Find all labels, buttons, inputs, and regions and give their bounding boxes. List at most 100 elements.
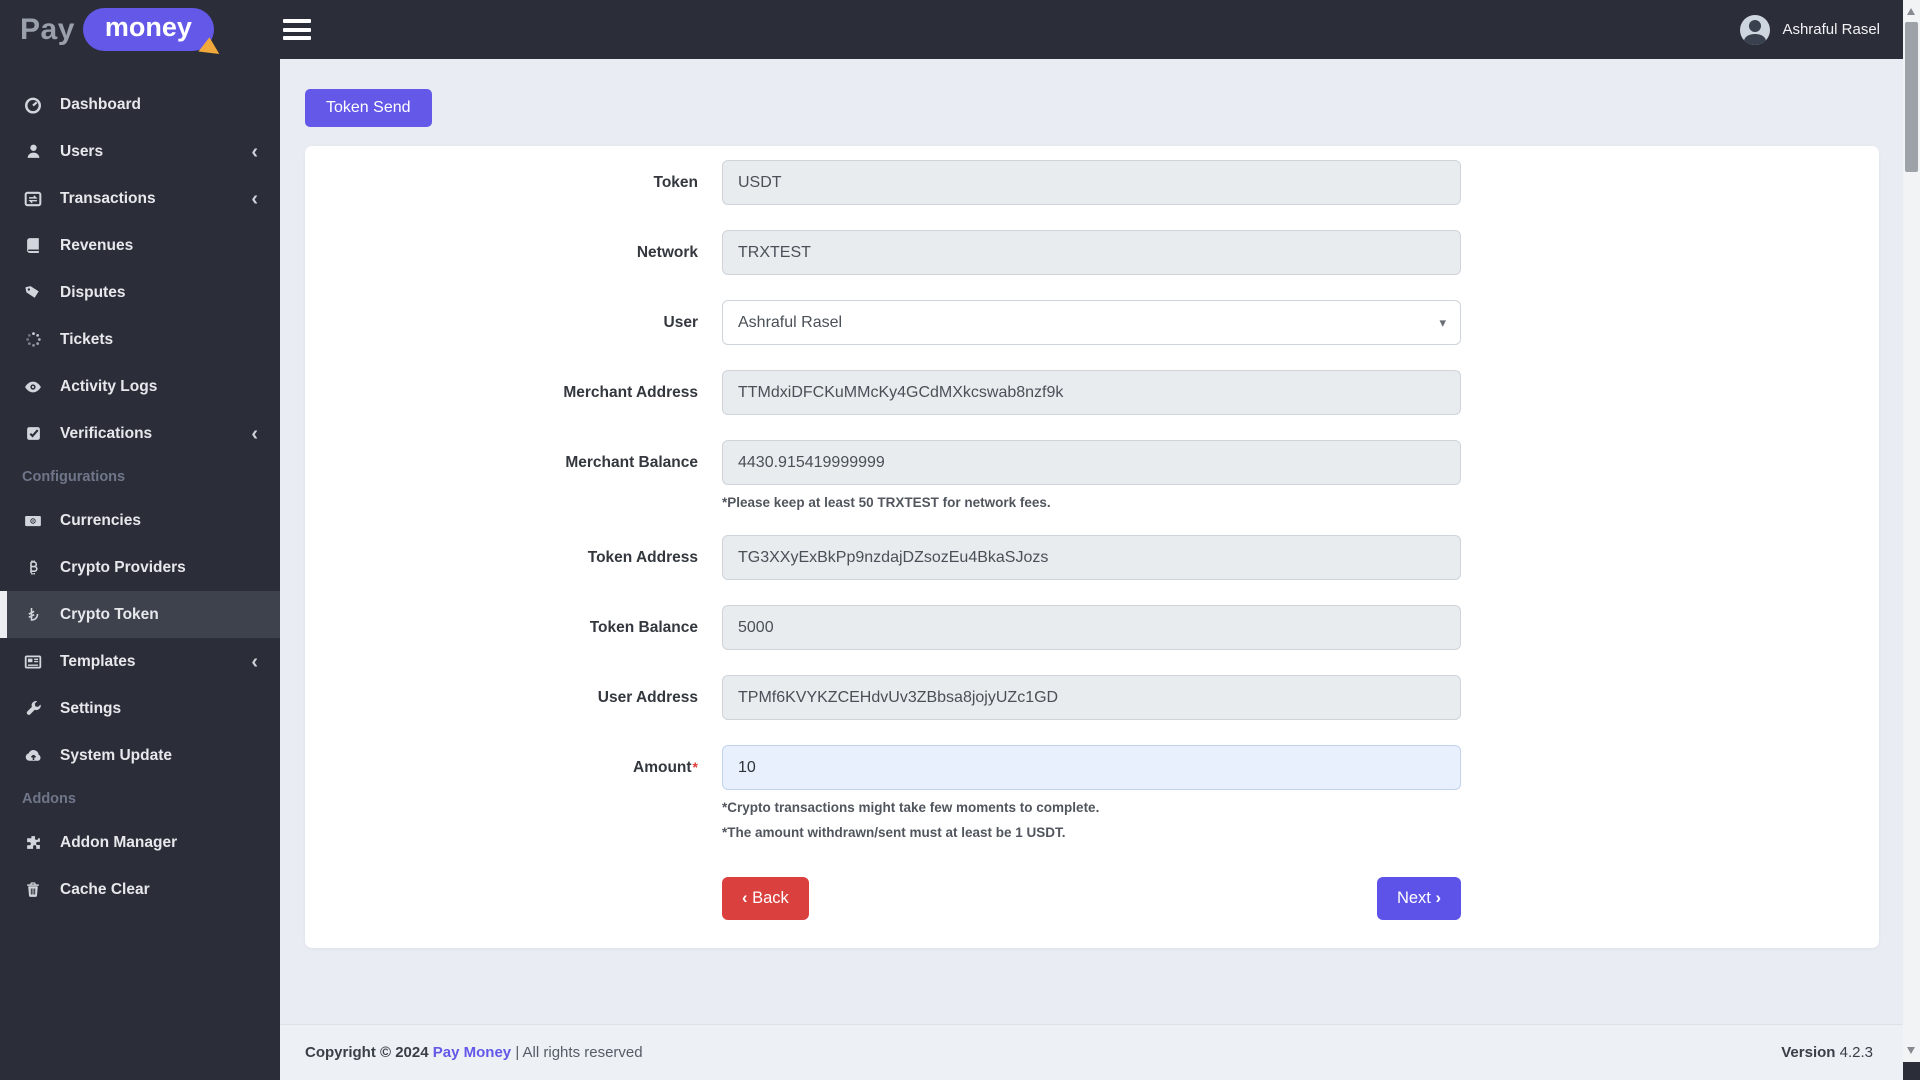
sidebar-section-addons: Addons	[22, 791, 76, 807]
sidebar-toggle-icon[interactable]	[283, 19, 311, 40]
sidebar-item-label: System Update	[60, 746, 172, 764]
form-row-network: Network	[305, 230, 1879, 275]
sidebar-item-label: Settings	[60, 699, 122, 717]
back-button[interactable]: ‹ Back	[722, 877, 809, 920]
footer: Copyright © 2024 Pay Money | All rights …	[280, 1024, 1903, 1080]
sidebar-item-disputes[interactable]: Disputes	[0, 269, 280, 316]
sidebar-item-cache-clear[interactable]: Cache Clear	[0, 866, 280, 913]
sidebar: Pay money Dashboard Users ‹ Transactions…	[0, 0, 280, 1080]
merchant-address-input	[722, 370, 1461, 415]
user-address-label: User Address	[597, 688, 698, 706]
sidebar-item-label: Activity Logs	[60, 377, 158, 395]
user-address-input	[722, 675, 1461, 720]
brand-logo[interactable]: Pay money	[0, 0, 280, 63]
sidebar-item-verifications[interactable]: Verifications ‹	[0, 410, 280, 457]
eye-icon	[22, 378, 44, 396]
sidebar-item-users[interactable]: Users ‹	[0, 128, 280, 175]
user-select[interactable]: Ashraful Rasel ▾	[722, 300, 1461, 345]
token-address-label: Token Address	[587, 548, 698, 566]
gauge-icon	[22, 96, 44, 114]
sidebar-item-label: Dashboard	[60, 95, 141, 113]
sidebar-item-label: Users	[60, 142, 104, 160]
crypto-delay-note: *Crypto transactions might take few mome…	[722, 800, 1100, 815]
footer-brand-link[interactable]: Pay Money	[433, 1044, 511, 1061]
bitcoin-icon	[22, 559, 44, 577]
user-select-value: Ashraful Rasel	[738, 313, 843, 331]
vertical-scrollbar[interactable]	[1903, 0, 1920, 1080]
sidebar-item-system-update[interactable]: System Update	[0, 732, 280, 779]
token-send-button[interactable]: Token Send	[305, 89, 432, 127]
money-bill-icon	[22, 512, 44, 530]
sidebar-section-configurations: Configurations	[22, 469, 126, 485]
sidebar-menu: Dashboard Users ‹ Transactions ‹ Revenue…	[0, 81, 280, 913]
user-icon	[22, 143, 44, 161]
sidebar-item-label: Transactions	[60, 189, 156, 207]
cloud-upload-icon	[22, 747, 44, 765]
sidebar-item-revenues[interactable]: Revenues	[0, 222, 280, 269]
user-name: Ashraful Rasel	[1782, 21, 1880, 38]
top-bar: Ashraful Rasel	[0, 0, 1920, 59]
form-row-token: Token	[305, 160, 1879, 205]
minimum-amount-note: *The amount withdrawn/sent must at least…	[722, 825, 1066, 840]
book-icon	[22, 237, 44, 255]
network-input	[722, 230, 1461, 275]
required-asterisk: *	[692, 758, 698, 775]
sidebar-item-label: Disputes	[60, 283, 126, 301]
scroll-up-arrow-icon[interactable]	[1907, 8, 1915, 15]
chevron-right-icon: ›	[1435, 889, 1442, 907]
version-text: Version 4.2.3	[1781, 1044, 1873, 1061]
avatar	[1740, 14, 1771, 45]
form-row-token-address: Token Address	[305, 535, 1879, 580]
caret-down-icon: ▾	[1439, 314, 1446, 330]
sidebar-item-transactions[interactable]: Transactions ‹	[0, 175, 280, 222]
chevron-left-icon: ‹	[742, 889, 748, 907]
sidebar-item-crypto-providers[interactable]: Crypto Providers	[0, 544, 280, 591]
lira-icon	[22, 606, 44, 624]
form-row-user: User Ashraful Rasel ▾	[305, 300, 1879, 345]
amount-label: Amount*	[633, 758, 698, 776]
token-input	[722, 160, 1461, 205]
user-menu[interactable]: Ashraful Rasel	[1740, 0, 1880, 59]
sidebar-item-label: Crypto Providers	[60, 558, 186, 576]
sidebar-item-label: Verifications	[60, 424, 153, 442]
transactions-icon	[22, 190, 44, 208]
sidebar-item-dashboard[interactable]: Dashboard	[0, 81, 280, 128]
sidebar-item-activity-logs[interactable]: Activity Logs	[0, 363, 280, 410]
main-content: Token Send Token Network User Ashraful R…	[280, 59, 1903, 1024]
form-actions-row: ‹ Back Next ›	[305, 865, 1879, 920]
sidebar-item-currencies[interactable]: Currencies	[0, 497, 280, 544]
scrollbar-thumb[interactable]	[1905, 22, 1918, 172]
sidebar-item-settings[interactable]: Settings	[0, 685, 280, 732]
form-row-merchant-balance: Merchant Balance *Please keep at least 5…	[305, 440, 1879, 510]
form-row-amount: Amount* *Crypto transactions might take …	[305, 745, 1879, 840]
sidebar-item-crypto-token[interactable]: Crypto Token	[0, 591, 280, 638]
chevron-left-icon: ‹	[251, 187, 258, 210]
amount-input[interactable]	[722, 745, 1461, 790]
token-address-input	[722, 535, 1461, 580]
newspaper-icon	[22, 653, 44, 671]
chevron-left-icon: ‹	[251, 650, 258, 673]
tags-icon	[22, 284, 44, 302]
sidebar-item-label: Currencies	[60, 511, 141, 529]
sidebar-item-label: Templates	[60, 652, 136, 670]
chevron-left-icon: ‹	[251, 422, 258, 445]
token-balance-label: Token Balance	[589, 618, 698, 636]
token-balance-input	[722, 605, 1461, 650]
merchant-balance-input	[722, 440, 1461, 485]
scroll-down-arrow-icon[interactable]	[1907, 1047, 1915, 1054]
sidebar-item-label: Cache Clear	[60, 880, 150, 898]
merchant-balance-label: Merchant Balance	[565, 453, 698, 471]
sidebar-item-templates[interactable]: Templates ‹	[0, 638, 280, 685]
next-button[interactable]: Next ›	[1376, 877, 1461, 920]
network-fee-note: *Please keep at least 50 TRXTEST for net…	[722, 495, 1051, 510]
form-row-user-address: User Address	[305, 675, 1879, 720]
sidebar-item-tickets[interactable]: Tickets	[0, 316, 280, 363]
brand-pay-text: Pay	[20, 12, 75, 46]
check-square-icon	[22, 425, 44, 443]
sidebar-item-addon-manager[interactable]: Addon Manager	[0, 819, 280, 866]
spinner-icon	[22, 331, 44, 349]
chevron-left-icon: ‹	[251, 140, 258, 163]
copyright-text: Copyright © 2024 Pay Money | All rights …	[305, 1044, 643, 1061]
sidebar-item-label: Addon Manager	[60, 833, 178, 851]
sidebar-item-label: Revenues	[60, 236, 134, 254]
